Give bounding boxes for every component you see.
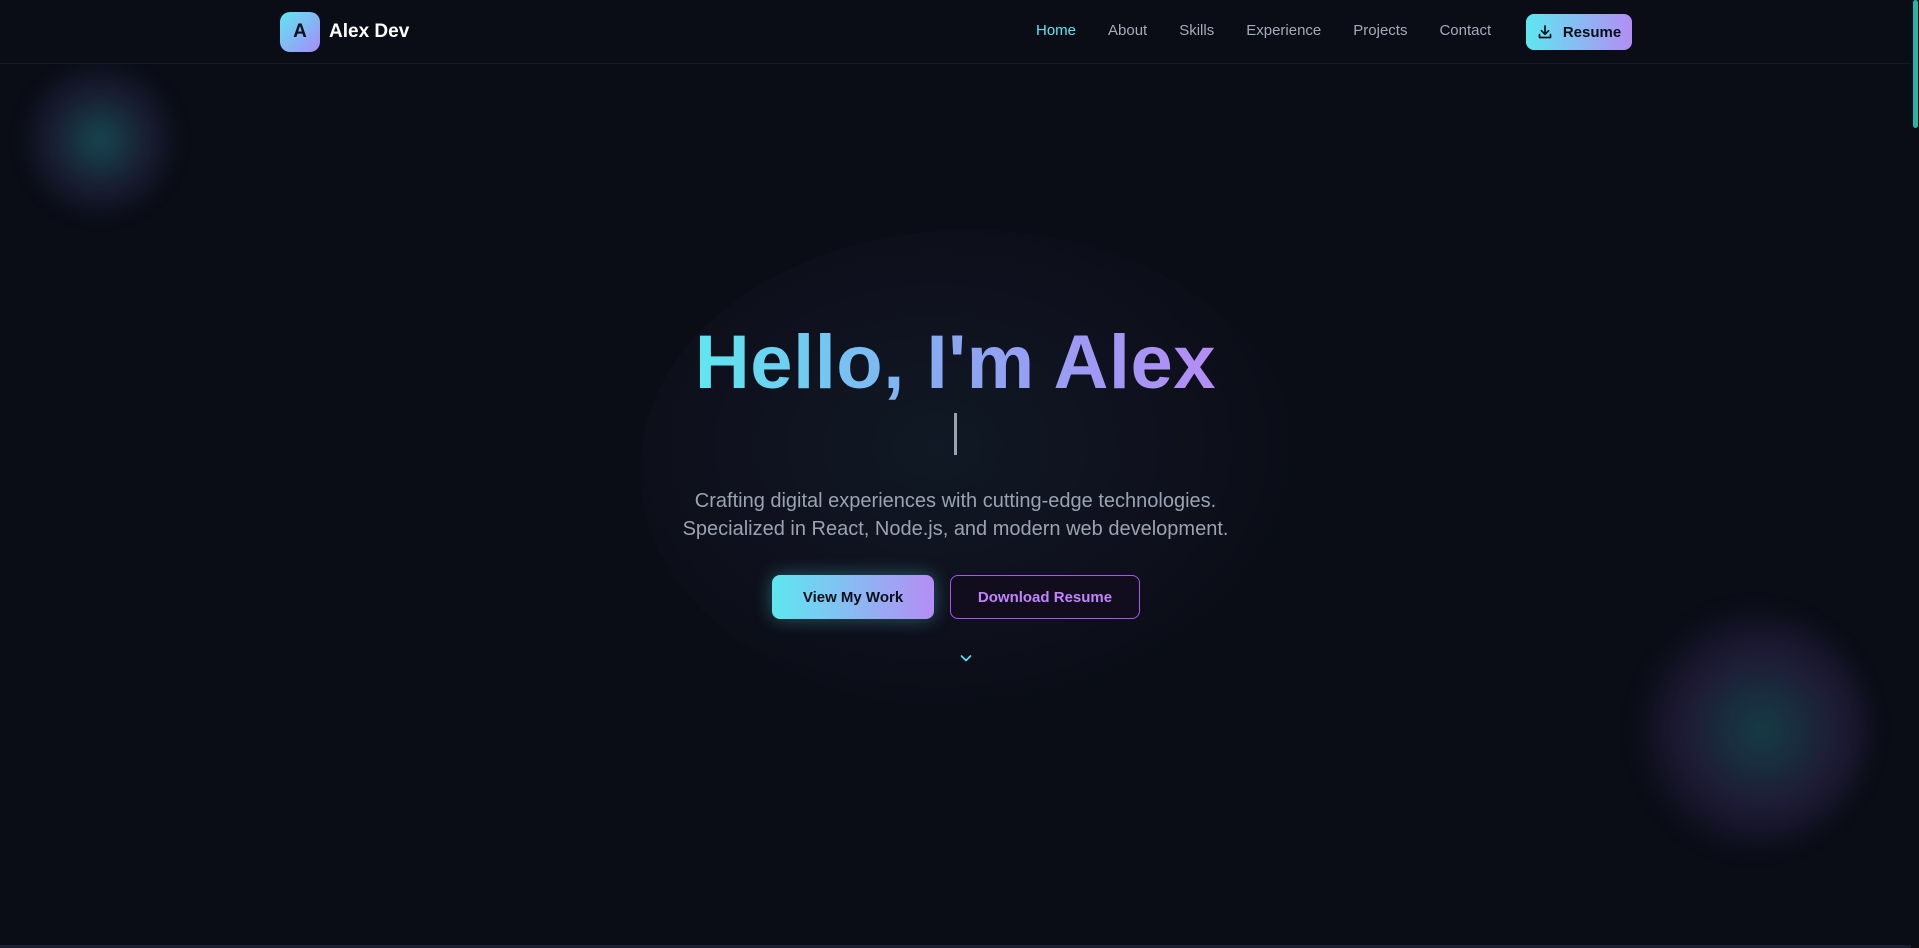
brand-name: Alex Dev — [329, 21, 410, 42]
nav-link-about[interactable]: About — [1108, 22, 1147, 39]
resume-button-label: Resume — [1562, 23, 1622, 41]
brand-mark: A — [280, 12, 320, 52]
bottom-right-glow-orb — [1630, 610, 1870, 850]
hero-description-line-2: Specialized in React, Node.js, and moder… — [682, 518, 1229, 540]
nav-link-contact[interactable]: Contact — [1439, 22, 1491, 39]
download-resume-button[interactable]: Download Resume — [950, 575, 1140, 619]
typing-cursor — [954, 413, 957, 455]
scrollbar-track[interactable] — [1911, 0, 1919, 948]
hero-actions: View My Work Download Resume — [772, 575, 1140, 619]
top-left-glow-orb — [20, 60, 180, 220]
scrollbar-thumb[interactable] — [1913, 0, 1918, 128]
hero-title: Hello, I'm Alex — [0, 318, 1911, 408]
nav-link-experience[interactable]: Experience — [1246, 22, 1321, 39]
center-glow — [640, 230, 1300, 710]
hero-title-text: Hello, I'm Alex — [694, 320, 1217, 405]
navbar: A Alex Dev Home About Skills Experience … — [0, 0, 1919, 64]
download-icon — [1538, 25, 1552, 39]
scroll-down-button[interactable] — [958, 650, 974, 671]
nav-link-home[interactable]: Home — [1036, 22, 1076, 39]
nav-link-skills[interactable]: Skills — [1179, 22, 1214, 39]
hero-description-line-1: Crafting digital experiences with cuttin… — [694, 490, 1217, 512]
view-my-work-button[interactable]: View My Work — [772, 575, 934, 619]
nav-links: Home About Skills Experience Projects Co… — [1036, 22, 1523, 39]
nav-link-projects[interactable]: Projects — [1353, 22, 1407, 39]
resume-button[interactable]: Resume — [1526, 14, 1632, 50]
chevron-down-icon — [960, 655, 972, 662]
hero-description: Crafting digital experiences with cuttin… — [0, 487, 1911, 543]
brand-logo[interactable]: A Alex Dev — [280, 12, 409, 52]
page: A Alex Dev Home About Skills Experience … — [0, 0, 1919, 948]
